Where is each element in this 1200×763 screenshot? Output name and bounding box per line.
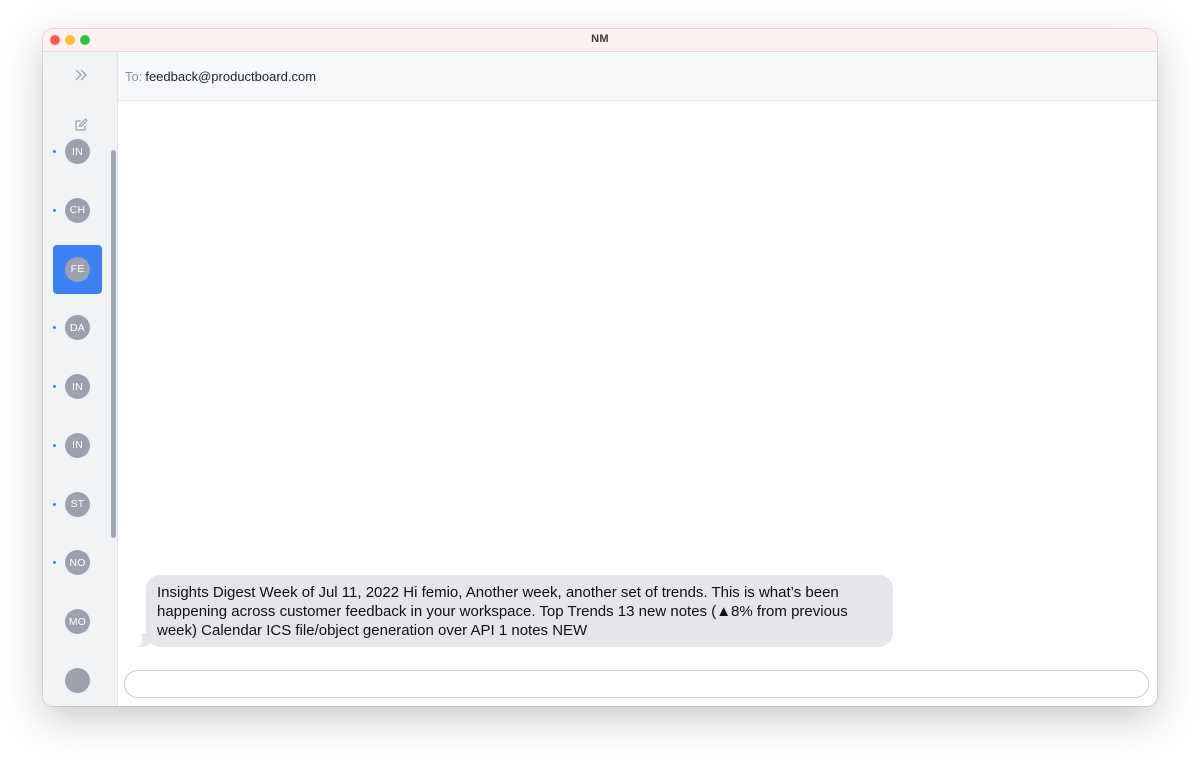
avatar: MO — [65, 609, 90, 634]
contact-item[interactable]: IN — [53, 421, 102, 470]
recipient-address: feedback@productboard.com — [145, 69, 317, 84]
to-label: To: — [125, 69, 143, 84]
contact-item[interactable]: NO — [53, 538, 102, 587]
message-bubble-incoming: Insights Digest Week of Jul 11, 2022 Hi … — [146, 575, 893, 647]
avatar: IN — [65, 432, 90, 458]
contact-item[interactable]: MO — [53, 597, 102, 646]
unread-indicator — [53, 443, 56, 447]
contact-item[interactable]: DA — [53, 303, 102, 352]
avatar: IN — [65, 374, 90, 399]
avatar: ST — [65, 491, 90, 517]
unread-indicator — [53, 150, 56, 153]
message-thread: Insights Digest Week of Jul 11, 2022 Hi … — [118, 101, 1157, 667]
contact-item[interactable]: IN — [53, 362, 102, 411]
contact-item[interactable]: IN — [53, 127, 102, 176]
unread-indicator — [53, 385, 56, 388]
unread-indicator — [53, 502, 56, 506]
contact-item[interactable] — [53, 656, 102, 705]
title-bar: NM — [43, 29, 1157, 52]
avatar: NO — [65, 550, 90, 576]
unread-indicator — [53, 208, 56, 212]
app-window: NM IN CH FE DA IN IN ST NO MO To: feedback@produc… — [43, 29, 1157, 706]
avatar: CH — [65, 197, 90, 223]
message-input[interactable] — [124, 670, 1149, 698]
contact-item[interactable]: ST — [53, 480, 102, 529]
message-header: To: feedback@productboard.com — [118, 52, 1157, 101]
window-title: NM — [591, 33, 609, 45]
conversation-sidebar: IN CH FE DA IN IN ST NO MO — [43, 52, 118, 706]
avatar — [65, 667, 90, 693]
avatar: IN — [65, 139, 90, 164]
contact-item[interactable]: CH — [53, 186, 102, 235]
unread-indicator — [53, 561, 56, 565]
chevron-double-right-icon[interactable] — [69, 63, 93, 87]
recipient-line: To: feedback@productboard.com — [125, 69, 316, 84]
contact-item[interactable]: FE — [53, 244, 102, 294]
unread-indicator — [53, 326, 56, 330]
sidebar-scrollbar[interactable] — [111, 150, 116, 538]
avatar: FE — [65, 256, 90, 282]
avatar: DA — [65, 315, 90, 341]
